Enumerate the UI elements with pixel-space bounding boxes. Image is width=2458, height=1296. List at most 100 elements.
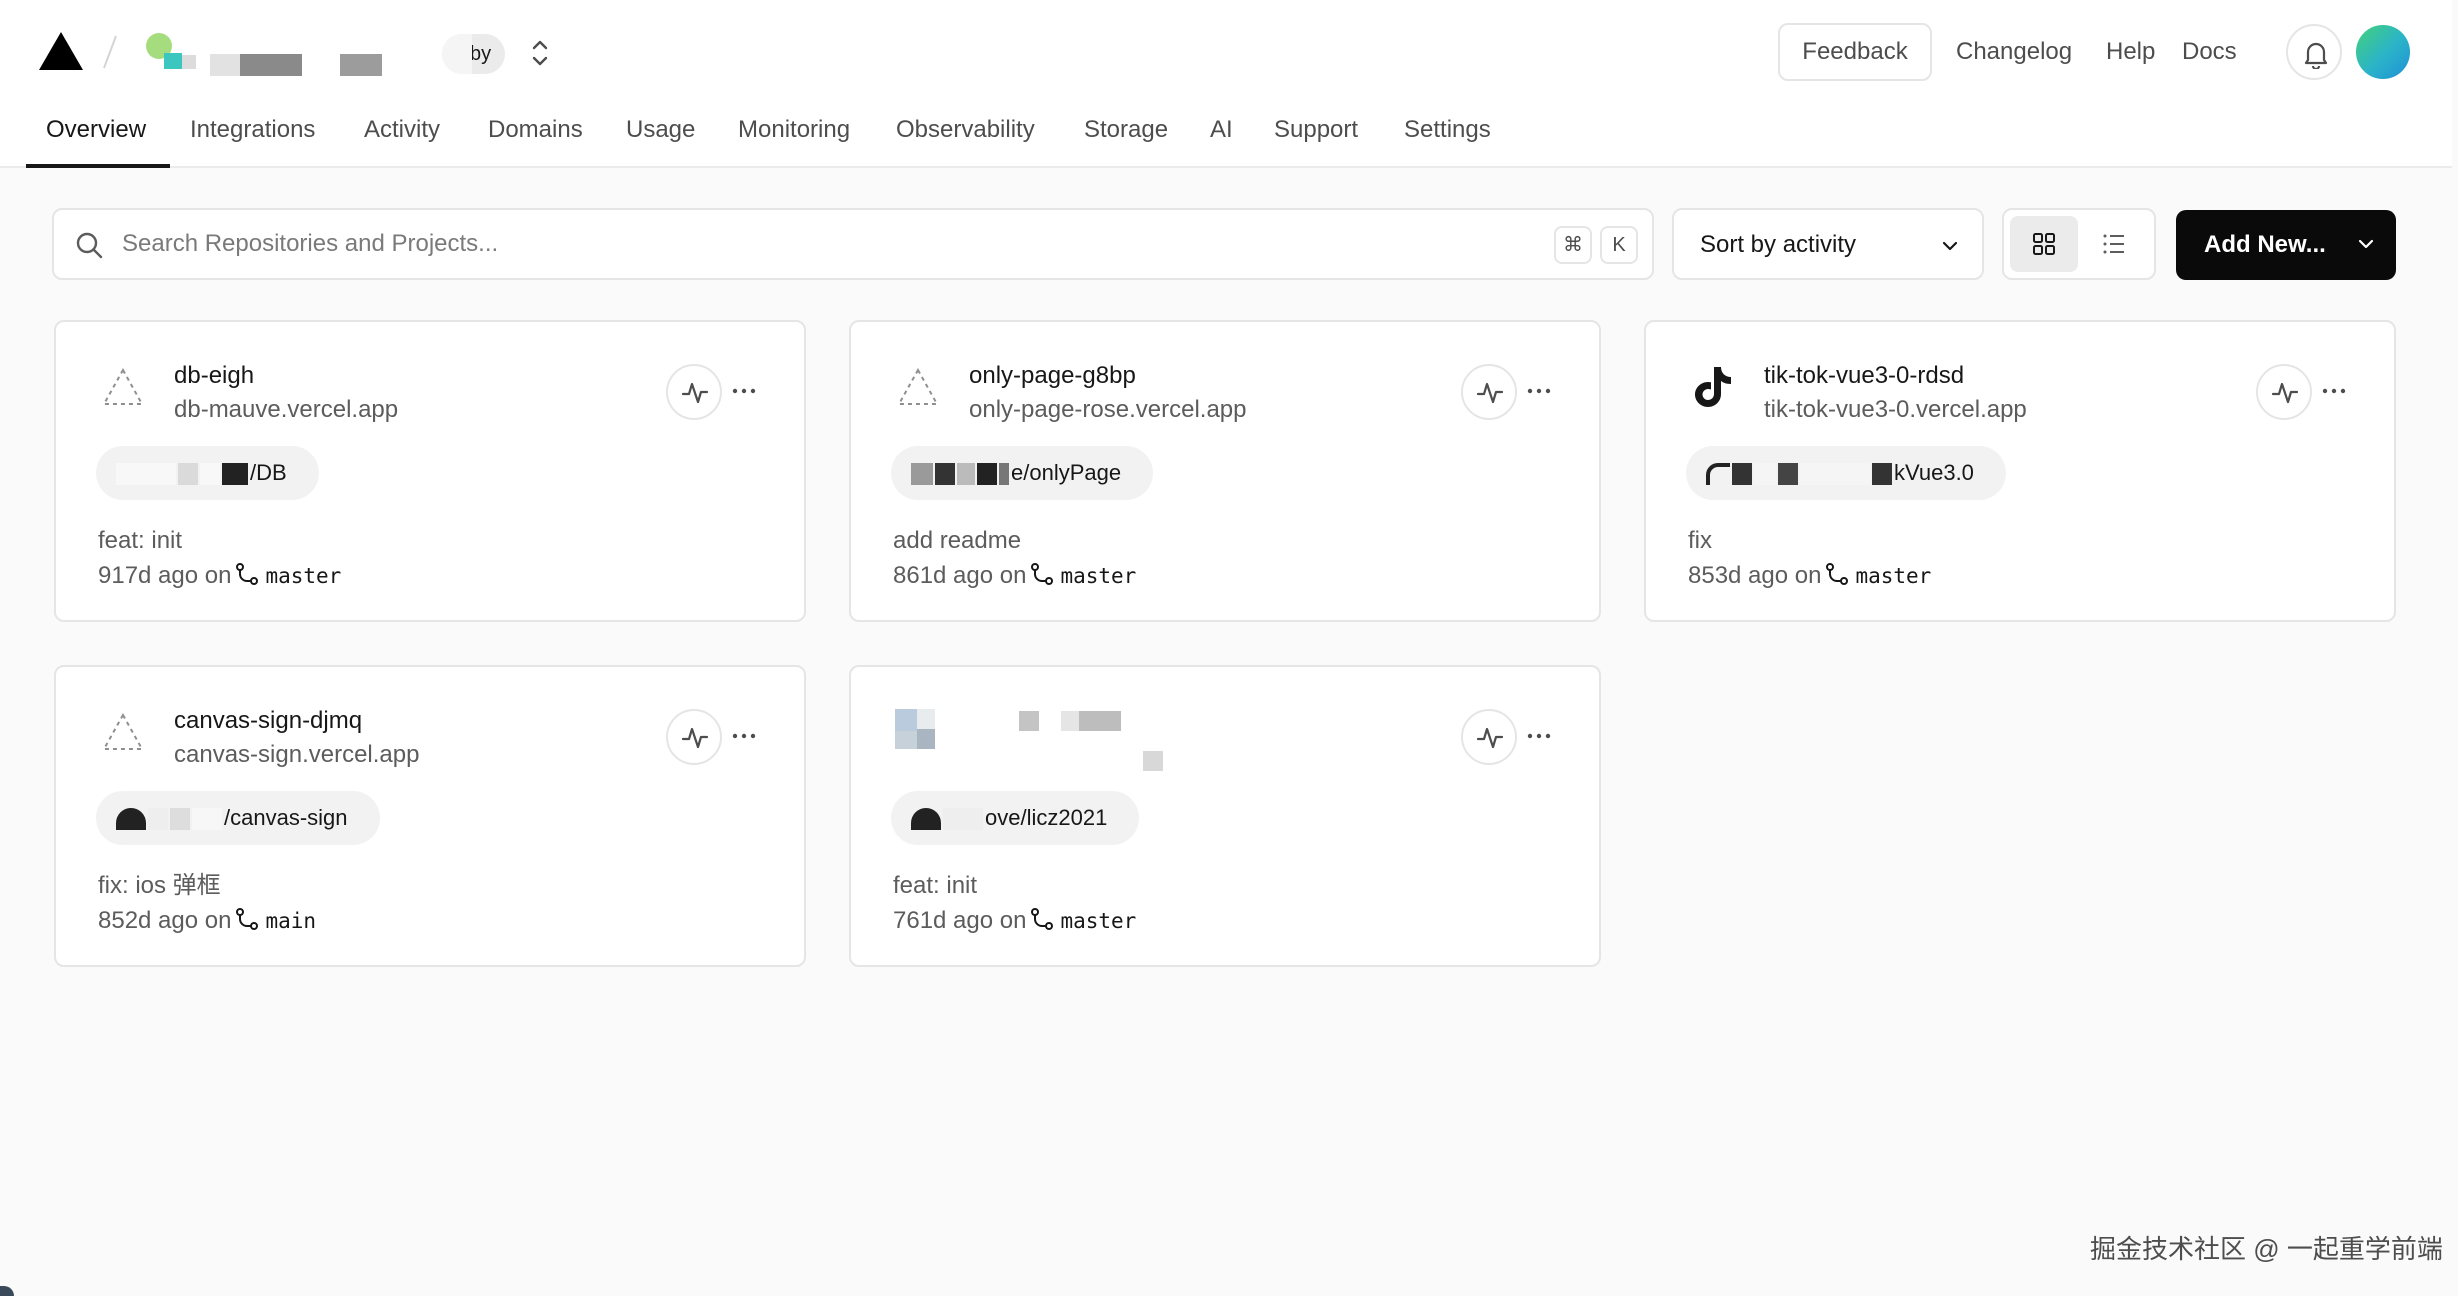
repo-badge[interactable]: ove/licz2021 (891, 791, 1140, 845)
branch-name[interactable]: master (265, 564, 341, 588)
user-avatar[interactable] (2356, 25, 2410, 79)
tab-ai[interactable]: AI (1210, 114, 1233, 146)
project-card[interactable]: canvas-sign-djmq canvas-sign.vercel.app … (54, 665, 806, 967)
more-options-button[interactable] (1519, 374, 1559, 410)
activity-button[interactable] (666, 364, 722, 420)
tab-overview[interactable]: Overview (46, 114, 146, 146)
active-tab-indicator (26, 164, 170, 168)
chevron-up-down-icon[interactable] (526, 36, 554, 70)
tab-monitoring[interactable]: Monitoring (738, 114, 850, 146)
notifications-button[interactable] (2286, 24, 2342, 80)
list-view-button[interactable] (2080, 216, 2148, 272)
more-options-button[interactable] (2314, 374, 2354, 410)
docs-link[interactable]: Docs (2182, 36, 2237, 68)
add-new-button[interactable]: Add New... (2176, 210, 2396, 280)
activity-button[interactable] (666, 709, 722, 765)
redacted-block (340, 54, 382, 76)
activity-button[interactable] (1461, 364, 1517, 420)
vercel-triangle-outline-icon (897, 367, 939, 405)
activity-pulse-icon (681, 727, 709, 749)
project-name[interactable]: canvas-sign-djmq (174, 705, 362, 737)
tab-settings[interactable]: Settings (1404, 114, 1491, 146)
ellipsis-icon (732, 388, 756, 394)
git-branch-icon (236, 908, 259, 930)
project-domain[interactable]: tik-tok-vue3-0.vercel.app (1764, 394, 2027, 426)
grid-view-button[interactable] (2010, 216, 2078, 272)
top-bar: by Feedback Changelog Help Docs (0, 0, 2452, 104)
repo-name: ove/licz2021 (985, 805, 1108, 830)
tab-integrations[interactable]: Integrations (190, 114, 315, 146)
project-name[interactable]: tik-tok-vue3-0-rdsd (1764, 360, 1964, 392)
branch-name[interactable]: master (1060, 564, 1136, 588)
project-domain[interactable]: only-page-rose.vercel.app (969, 394, 1247, 426)
redacted-block (170, 808, 190, 831)
sort-label: Sort by activity (1700, 231, 1857, 258)
tab-storage[interactable]: Storage (1084, 114, 1168, 146)
add-new-label: Add New... (2204, 231, 2326, 258)
commit-meta: 761d ago on master (893, 905, 1136, 937)
feedback-button[interactable]: Feedback (1778, 23, 1932, 81)
plan-badge[interactable]: by (442, 34, 506, 74)
repo-badge[interactable]: kVue3.0 (1686, 446, 2006, 500)
project-name[interactable]: db-eigh (174, 360, 254, 392)
pixelated-placeholder-icon (895, 709, 941, 755)
redacted-block (192, 808, 222, 831)
help-link[interactable]: Help (2106, 36, 2155, 68)
more-options-button[interactable] (724, 719, 764, 755)
git-branch-icon (1031, 908, 1054, 930)
team-avatar[interactable] (146, 33, 200, 75)
tab-observability[interactable]: Observability (896, 114, 1035, 146)
activity-button[interactable] (1461, 709, 1517, 765)
project-domain[interactable]: db-mauve.vercel.app (174, 394, 398, 426)
tab-activity[interactable]: Activity (364, 114, 440, 146)
activity-button[interactable] (2256, 364, 2312, 420)
redacted-block (977, 463, 997, 486)
more-options-button[interactable] (1519, 719, 1559, 755)
redacted-block (1800, 463, 1870, 486)
commit-message: fix (1688, 527, 1712, 554)
tab-domains[interactable]: Domains (488, 114, 583, 146)
commit-age: 761d ago on (893, 907, 1027, 934)
commit-meta: 917d ago on master (98, 560, 341, 592)
redacted-block (116, 463, 176, 486)
repo-badge[interactable]: e/onlyPage (891, 446, 1154, 500)
activity-pulse-icon (2271, 382, 2299, 404)
chevron-down-icon (1942, 241, 1958, 251)
search-bar[interactable]: ⌘ K (52, 208, 1654, 280)
branch-name[interactable]: master (1060, 909, 1136, 933)
activity-pulse-icon (1476, 727, 1504, 749)
redacted-block (200, 463, 220, 486)
ellipsis-icon (1527, 733, 1551, 739)
branch-name[interactable]: master (1855, 564, 1931, 588)
project-card[interactable]: only-page-g8bp only-page-rose.vercel.app… (849, 320, 1601, 622)
commit-message: add readme (893, 527, 1022, 554)
search-input[interactable] (122, 224, 1522, 264)
commit-message: feat: init (98, 527, 183, 554)
team-name-redacted[interactable] (210, 54, 302, 76)
changelog-link[interactable]: Changelog (1956, 36, 2072, 68)
branch-name[interactable]: main (265, 909, 316, 933)
vercel-triangle-outline-icon (102, 712, 144, 750)
ellipsis-icon (732, 733, 756, 739)
redacted-block (957, 463, 975, 486)
project-card[interactable]: db-eigh db-mauve.vercel.app /DB feat: in… (54, 320, 806, 622)
ellipsis-icon (2322, 388, 2346, 394)
repo-name: kVue3.0 (1894, 460, 1974, 485)
more-options-button[interactable] (724, 374, 764, 410)
project-name[interactable]: only-page-g8bp (969, 360, 1136, 392)
redacted-project-title (1019, 711, 1239, 781)
tab-support[interactable]: Support (1274, 114, 1358, 146)
redacted-block (1732, 463, 1752, 486)
repo-badge[interactable]: /canvas-sign (96, 791, 380, 845)
project-card[interactable]: tik-tok-vue3-0-rdsd tik-tok-vue3-0.verce… (1644, 320, 2396, 622)
vercel-logo-icon[interactable] (38, 30, 84, 72)
repo-badge[interactable]: /DB (96, 446, 319, 500)
redacted-block (222, 463, 248, 486)
sort-dropdown[interactable]: Sort by activity (1672, 208, 1984, 280)
redacted-block (943, 808, 983, 831)
repo-name: /DB (250, 460, 287, 485)
project-card[interactable]: ove/licz2021 feat: init 761d ago on maste… (849, 665, 1601, 967)
project-domain[interactable]: canvas-sign.vercel.app (174, 739, 419, 771)
tab-usage[interactable]: Usage (626, 114, 695, 146)
view-mode-toggle (2002, 208, 2156, 280)
